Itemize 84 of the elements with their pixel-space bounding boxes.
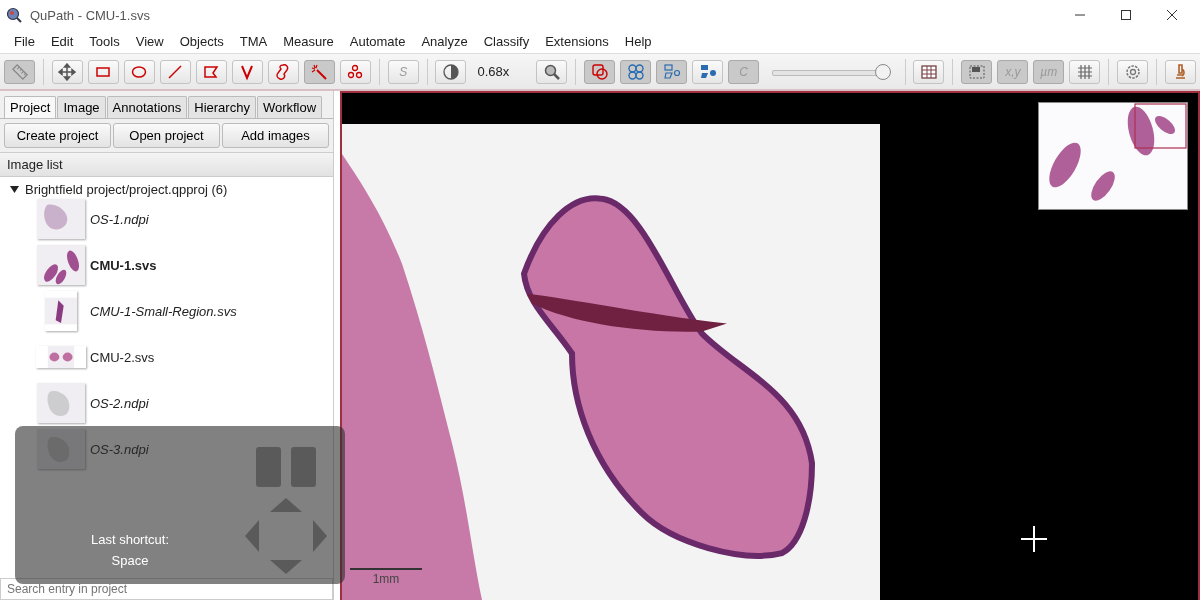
- opacity-slider[interactable]: [772, 63, 889, 80]
- zoom-button[interactable]: [536, 59, 568, 84]
- move-button[interactable]: [51, 59, 83, 84]
- table-icon: [920, 62, 938, 81]
- grid-button[interactable]: [1069, 59, 1101, 84]
- project-button[interactable]: Create project: [4, 123, 111, 148]
- shortcut-key: Space: [111, 553, 149, 568]
- expand-caret-icon[interactable]: [10, 184, 19, 194]
- menu-item[interactable]: File: [6, 34, 43, 49]
- ellipse-button[interactable]: [123, 59, 155, 84]
- points-icon: [346, 62, 365, 81]
- annotations-icon: [590, 62, 609, 81]
- close-icon[interactable]: [1166, 9, 1178, 21]
- image-list-header: Image list: [0, 152, 333, 177]
- fill-icon: [698, 62, 717, 81]
- window-title: QuPath - CMU-1.svs: [30, 7, 150, 23]
- move-icon: [58, 62, 77, 81]
- overview-button[interactable]: [961, 59, 993, 84]
- menu-item[interactable]: Automate: [341, 34, 414, 49]
- search-field[interactable]: Search entry in project: [0, 578, 333, 600]
- image-entry[interactable]: CMU-2.svs: [90, 349, 155, 365]
- image-entry[interactable]: OS-3.ndpi: [90, 441, 149, 457]
- menu-item[interactable]: Tools: [81, 34, 128, 49]
- polygon-button[interactable]: [195, 59, 227, 84]
- rectangle-button[interactable]: [87, 59, 119, 84]
- tma-grid-button[interactable]: [620, 59, 652, 84]
- ruler-icon: [10, 62, 29, 81]
- settings-button[interactable]: [1117, 59, 1149, 84]
- panel-tab[interactable]: Annotations: [106, 96, 188, 118]
- image-thumbnail: [37, 383, 85, 423]
- menu-item[interactable]: Edit: [42, 34, 82, 49]
- contrast-icon: [442, 62, 460, 81]
- detections-icon: [662, 62, 681, 81]
- wand-button[interactable]: [303, 59, 335, 84]
- line-icon: [166, 62, 185, 81]
- image-thumbnail: [37, 245, 85, 285]
- panel-tab[interactable]: Image: [57, 96, 106, 118]
- shortcut-label: Last shortcut:: [90, 532, 169, 547]
- zoom-level: 0.68x: [476, 64, 511, 79]
- mouse-buttons-icon: [255, 446, 317, 488]
- project-button[interactable]: Add images: [222, 123, 329, 148]
- ruler-button[interactable]: [4, 59, 35, 84]
- line-button[interactable]: [159, 59, 191, 84]
- annotations-button[interactable]: [584, 59, 616, 84]
- image-thumbnail: [37, 199, 85, 239]
- overview-thumbnail[interactable]: [1038, 102, 1188, 210]
- tma-grid-icon: [626, 62, 645, 81]
- points-button[interactable]: [339, 59, 371, 84]
- image-entry[interactable]: OS-2.ndpi: [90, 395, 149, 411]
- overview-icon: [967, 62, 986, 81]
- image-entry[interactable]: CMU-1-Small-Region.svs: [90, 303, 237, 319]
- panel-tab[interactable]: Hierarchy: [188, 96, 256, 118]
- menu-item[interactable]: Objects: [171, 34, 232, 49]
- project-name[interactable]: Brightfield project/project.qpproj (6): [25, 181, 228, 197]
- menu-item[interactable]: TMA: [231, 34, 276, 49]
- menu-item[interactable]: Analyze: [413, 34, 476, 49]
- table-button[interactable]: [913, 59, 945, 84]
- app-logo-icon: [6, 7, 22, 23]
- scale-bar-label: 1mm: [372, 572, 400, 586]
- menu-item[interactable]: Classify: [475, 34, 538, 49]
- wand-icon: [310, 62, 329, 81]
- panel-tab[interactable]: Workflow: [256, 96, 323, 118]
- microscope-button[interactable]: [1164, 59, 1196, 84]
- scale-bar: [350, 568, 422, 570]
- menu-item[interactable]: Extensions: [537, 34, 617, 49]
- image-entry[interactable]: CMU-1.svs: [90, 257, 157, 273]
- brush-button[interactable]: [267, 59, 299, 84]
- zoom-icon: [542, 62, 561, 81]
- detections-button[interactable]: [656, 59, 688, 84]
- polyline-button[interactable]: [231, 59, 263, 84]
- maximize-icon[interactable]: [1120, 9, 1132, 21]
- menu-item[interactable]: Measure: [275, 34, 342, 49]
- grid-icon: [1075, 62, 1094, 81]
- project-button[interactable]: Open project: [113, 123, 220, 148]
- arrow-keys-icon: [245, 498, 327, 574]
- menu-item[interactable]: View: [127, 34, 172, 49]
- settings-icon: [1123, 62, 1142, 81]
- contrast-button[interactable]: [435, 59, 467, 84]
- menu-item[interactable]: Help: [616, 34, 660, 49]
- slider-thumb[interactable]: [874, 63, 891, 80]
- fill-button[interactable]: [692, 59, 724, 84]
- panel-tab[interactable]: Project: [4, 96, 57, 118]
- image-entry[interactable]: OS-1.ndpi: [90, 211, 149, 227]
- crosshair-cursor-icon: [1021, 526, 1047, 552]
